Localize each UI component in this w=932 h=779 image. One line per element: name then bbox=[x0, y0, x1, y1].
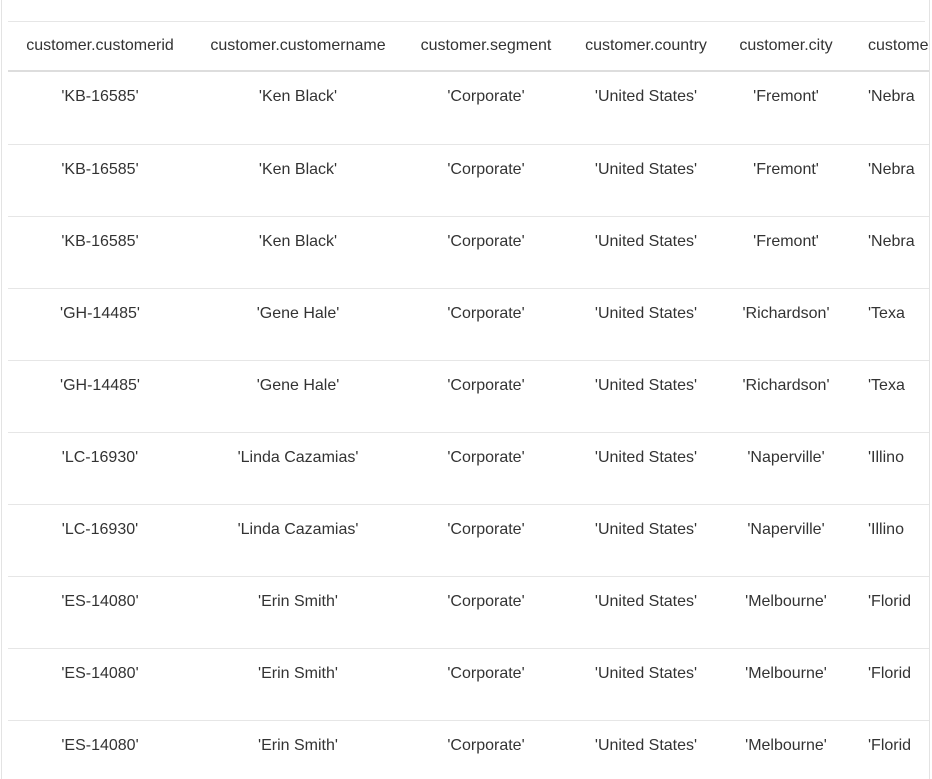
cell-city: 'Melbourne' bbox=[724, 576, 848, 649]
cell-segment: 'Corporate' bbox=[404, 504, 568, 577]
cell-state: 'Florid bbox=[848, 720, 929, 779]
cell-segment: 'Corporate' bbox=[404, 720, 568, 779]
table-row[interactable]: 'KB-16585' 'Ken Black' 'Corporate' 'United … bbox=[8, 71, 929, 145]
cell-city: 'Fremont' bbox=[724, 144, 848, 217]
cell-state: 'Florid bbox=[848, 576, 929, 649]
table-row[interactable]: 'LC-16930' 'Linda Cazamias' 'Corporate' 'Un… bbox=[8, 432, 929, 505]
cell-customerid: 'LC-16930' bbox=[8, 432, 192, 505]
cell-city: 'Richardson' bbox=[724, 288, 848, 361]
cell-segment: 'Corporate' bbox=[404, 71, 568, 145]
cell-country: 'United States' bbox=[568, 648, 724, 721]
cell-segment: 'Corporate' bbox=[404, 648, 568, 721]
cell-state: 'Illino bbox=[848, 432, 929, 505]
table-row[interactable]: 'ES-14080' 'Erin Smith' 'Corporate' 'United… bbox=[8, 720, 929, 779]
cell-state: 'Nebra bbox=[848, 144, 929, 217]
cell-segment: 'Corporate' bbox=[404, 216, 568, 289]
cell-customername: 'Erin Smith' bbox=[192, 648, 404, 721]
column-header-customerid[interactable]: customer.customerid bbox=[8, 22, 192, 72]
cell-customername: 'Ken Black' bbox=[192, 71, 404, 145]
table-row[interactable]: 'ES-14080' 'Erin Smith' 'Corporate' 'United… bbox=[8, 576, 929, 649]
column-header-segment[interactable]: customer.segment bbox=[404, 22, 568, 72]
cell-country: 'United States' bbox=[568, 216, 724, 289]
cell-country: 'United States' bbox=[568, 504, 724, 577]
table-row[interactable]: 'GH-14485' 'Gene Hale' 'Corporate' 'United … bbox=[8, 360, 929, 433]
header-row: customer.customerid customer.customernam… bbox=[8, 22, 929, 72]
cell-country: 'United States' bbox=[568, 576, 724, 649]
cell-customerid: 'GH-14485' bbox=[8, 360, 192, 433]
cell-customername: 'Erin Smith' bbox=[192, 576, 404, 649]
cell-customername: 'Linda Cazamias' bbox=[192, 432, 404, 505]
cell-segment: 'Corporate' bbox=[404, 288, 568, 361]
cell-customerid: 'KB-16585' bbox=[8, 216, 192, 289]
table-row[interactable]: 'KB-16585' 'Ken Black' 'Corporate' 'United … bbox=[8, 216, 929, 289]
cell-customerid: 'LC-16930' bbox=[8, 504, 192, 577]
cell-customername: 'Ken Black' bbox=[192, 144, 404, 217]
cell-segment: 'Corporate' bbox=[404, 144, 568, 217]
cell-city: 'Naperville' bbox=[724, 504, 848, 577]
cell-state: 'Texa bbox=[848, 288, 929, 361]
cell-state: 'Texa bbox=[848, 360, 929, 433]
cell-state: 'Florid bbox=[848, 648, 929, 721]
cell-segment: 'Corporate' bbox=[404, 576, 568, 649]
cell-state: 'Nebra bbox=[848, 216, 929, 289]
cell-customername: 'Erin Smith' bbox=[192, 720, 404, 779]
cell-country: 'United States' bbox=[568, 432, 724, 505]
cell-city: 'Naperville' bbox=[724, 432, 848, 505]
cell-city: 'Richardson' bbox=[724, 360, 848, 433]
cell-customerid: 'ES-14080' bbox=[8, 576, 192, 649]
table-row[interactable]: 'KB-16585' 'Ken Black' 'Corporate' 'United … bbox=[8, 144, 929, 217]
column-header-country[interactable]: customer.country bbox=[568, 22, 724, 72]
table-viewport[interactable]: customer.customerid customer.customernam… bbox=[8, 22, 929, 779]
cell-segment: 'Corporate' bbox=[404, 360, 568, 433]
cell-city: 'Fremont' bbox=[724, 71, 848, 145]
cell-customerid: 'KB-16585' bbox=[8, 144, 192, 217]
table-frame: customer.customerid customer.customernam… bbox=[1, 0, 930, 779]
cell-country: 'United States' bbox=[568, 288, 724, 361]
cell-state: 'Nebra bbox=[848, 71, 929, 145]
cell-country: 'United States' bbox=[568, 144, 724, 217]
cell-customerid: 'ES-14080' bbox=[8, 648, 192, 721]
cell-state: 'Illino bbox=[848, 504, 929, 577]
cell-customerid: 'KB-16585' bbox=[8, 71, 192, 145]
table-row[interactable]: 'GH-14485' 'Gene Hale' 'Corporate' 'United … bbox=[8, 288, 929, 361]
table-row[interactable]: 'ES-14080' 'Erin Smith' 'Corporate' 'United… bbox=[8, 648, 929, 721]
cell-customername: 'Ken Black' bbox=[192, 216, 404, 289]
cell-segment: 'Corporate' bbox=[404, 432, 568, 505]
cell-customername: 'Gene Hale' bbox=[192, 288, 404, 361]
table-top-bar bbox=[8, 0, 925, 22]
cell-customerid: 'GH-14485' bbox=[8, 288, 192, 361]
cell-city: 'Melbourne' bbox=[724, 720, 848, 779]
cell-country: 'United States' bbox=[568, 71, 724, 145]
cell-country: 'United States' bbox=[568, 720, 724, 779]
column-header-customername[interactable]: customer.customername bbox=[192, 22, 404, 72]
column-header-city[interactable]: customer.city bbox=[724, 22, 848, 72]
cell-customerid: 'ES-14080' bbox=[8, 720, 192, 779]
cell-city: 'Melbourne' bbox=[724, 648, 848, 721]
cell-customername: 'Linda Cazamias' bbox=[192, 504, 404, 577]
cell-city: 'Fremont' bbox=[724, 216, 848, 289]
table-row[interactable]: 'LC-16930' 'Linda Cazamias' 'Corporate' 'Un… bbox=[8, 504, 929, 577]
results-table: customer.customerid customer.customernam… bbox=[8, 22, 929, 779]
cell-country: 'United States' bbox=[568, 360, 724, 433]
cell-customername: 'Gene Hale' bbox=[192, 360, 404, 433]
column-header-state[interactable]: custome bbox=[848, 22, 929, 72]
